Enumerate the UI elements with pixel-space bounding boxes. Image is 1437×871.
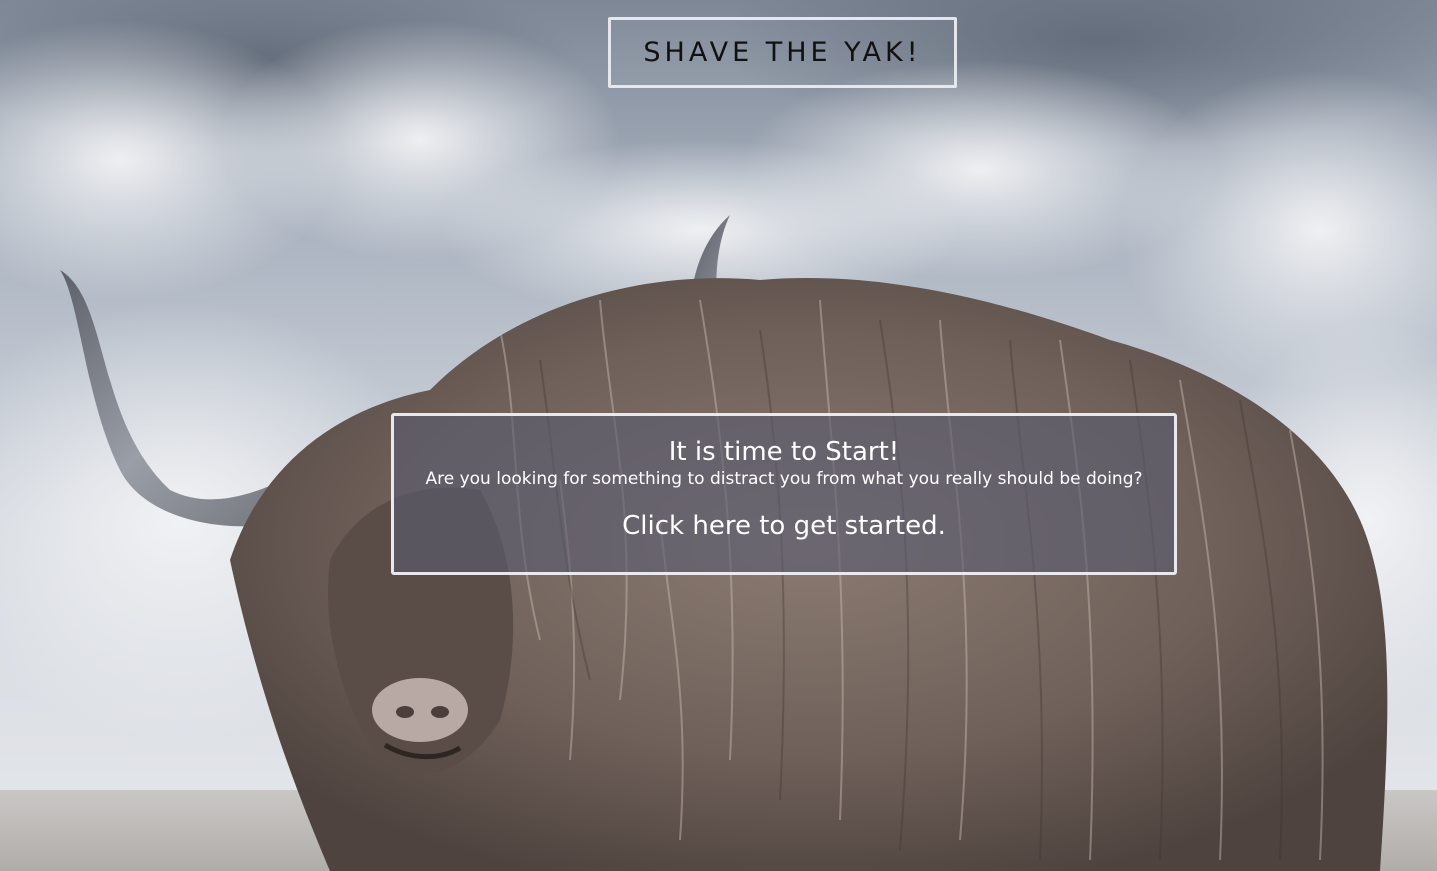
site-title-box: SHAVE THE YAK! [608,17,957,88]
site-title: SHAVE THE YAK! [643,37,922,68]
page: SHAVE THE YAK! It is time to Start! Are … [0,0,1437,871]
hero-heading: It is time to Start! [668,437,900,467]
hero-subheading: Are you looking for something to distrac… [425,469,1143,489]
hero-panel: It is time to Start! Are you looking for… [391,413,1177,575]
get-started-link[interactable]: Click here to get started. [622,510,946,542]
